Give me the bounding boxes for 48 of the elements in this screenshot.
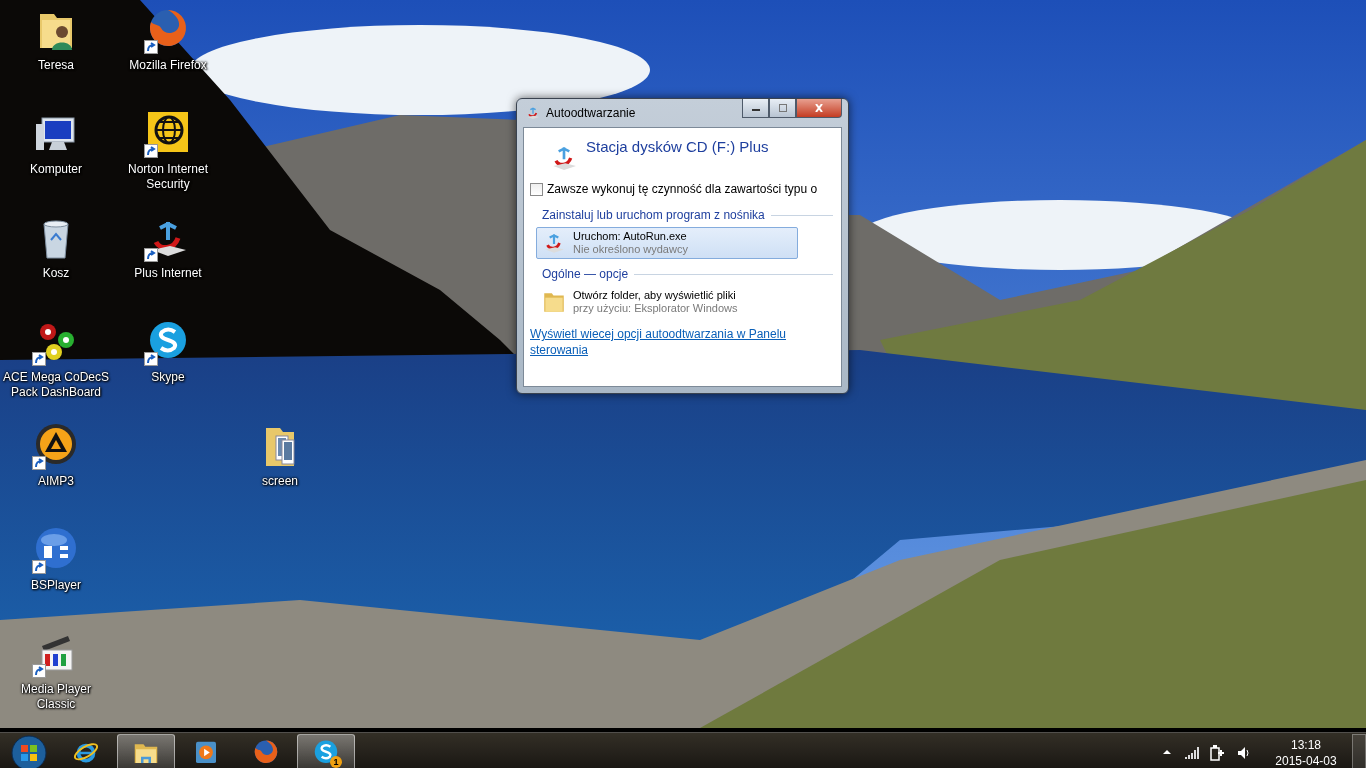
desktop-shortcut[interactable]: AIMP3 <box>2 420 110 491</box>
signal-bars-icon[interactable] <box>1184 745 1200 761</box>
shortcut-arrow-icon <box>144 144 158 158</box>
control-panel-link[interactable]: Wyświetl wiecej opcji autoodtwarzania w Panelu sterowania <box>530 326 833 358</box>
shortcut-arrow-icon <box>144 40 158 54</box>
show-desktop-button[interactable] <box>1352 734 1366 768</box>
shortcut-arrow-icon <box>32 560 46 574</box>
maximize-button[interactable] <box>769 99 796 118</box>
autoplay-option[interactable]: Uruchom: AutoRun.exe Nie określono wydawcy <box>536 227 798 259</box>
desktop-shortcut[interactable]: Kosz <box>2 212 110 283</box>
desktop-shortcut[interactable]: ACE Mega CoDecS Pack DashBoard <box>2 316 110 402</box>
desktop-shortcut[interactable]: Plus Internet <box>114 212 222 283</box>
shortcut-arrow-icon <box>32 664 46 678</box>
option-title: Uruchom: AutoRun.exe <box>573 230 688 243</box>
shortcut-arrow-icon <box>32 456 46 470</box>
speaker-icon[interactable] <box>1236 745 1252 761</box>
autoplay-option[interactable]: Otwórz folder, aby wyświetlić pliki przy użyciu: Eksplorator Windows <box>536 286 798 318</box>
close-button[interactable] <box>796 99 842 118</box>
desktop-shortcut[interactable]: Skype <box>114 316 222 387</box>
shortcut-arrow-icon <box>144 248 158 262</box>
section-heading: Ogólne — opcje <box>542 267 629 281</box>
close-icon <box>813 104 825 112</box>
windows-logo-icon <box>11 735 47 768</box>
notification-badge: 1 <box>330 756 342 768</box>
shortcut-arrow-icon <box>144 352 158 366</box>
clock-time: 13:18 <box>1291 737 1321 753</box>
desktop-shortcut[interactable]: Teresa <box>2 4 110 75</box>
power-plug-icon[interactable] <box>1210 745 1226 761</box>
desktop-shortcut[interactable]: Komputer <box>2 108 110 179</box>
option-subtitle: Nie określono wydawcy <box>573 243 688 256</box>
option-subtitle: przy użyciu: Eksplorator Windows <box>573 302 738 315</box>
desktop-shortcut[interactable]: BSPlayer <box>2 524 110 595</box>
window-title: Autoodtwarzanie <box>546 106 637 120</box>
clock-date: 2015-04-03 <box>1275 753 1337 768</box>
desktop-shortcut[interactable]: Norton Internet Security <box>114 108 222 194</box>
checkbox-label: Zawsze wykonuj tę czynność dla zawartości typu o <box>547 182 818 196</box>
option-title: Otwórz folder, aby wyświetlić pliki <box>573 289 737 302</box>
taskbar-button[interactable] <box>117 734 175 768</box>
shortcut-arrow-icon <box>32 352 46 366</box>
checkbox[interactable] <box>530 182 543 196</box>
section-heading: Zainstaluj lub uruchom program z nośnika <box>542 208 765 222</box>
dialog-heading: Stacja dysków CD (F:) Plus <box>586 138 769 155</box>
up-arrow-icon <box>1162 747 1172 757</box>
maximize-icon <box>776 104 789 112</box>
clock[interactable]: 13:18 2015-04-03 <box>1270 737 1342 768</box>
minimize-button[interactable] <box>742 99 769 118</box>
desktop-shortcut[interactable]: screen <box>226 420 334 491</box>
taskbar-button[interactable]: 1 <box>297 734 355 768</box>
